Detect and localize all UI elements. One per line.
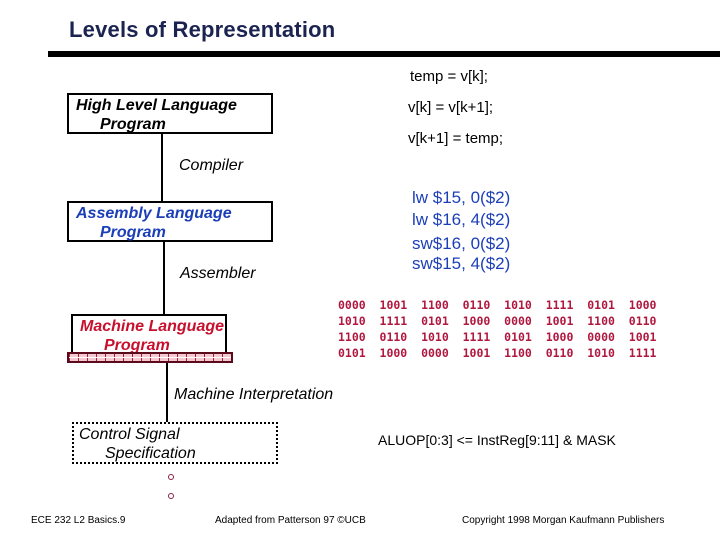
machine-code-line-1: 0000 1001 1100 0110 1010 1111 0101 1000 (338, 298, 657, 312)
control-line2: Specification (105, 445, 196, 462)
compiler-label: Compiler (179, 157, 244, 174)
assembly-code-line-2: lw $16, 4($2) (412, 210, 511, 229)
machine-code-line-2: 1010 1111 0101 1000 0000 1001 1100 0110 (338, 314, 657, 328)
assembly-code-line-1: lw $15, 0($2) (412, 188, 511, 207)
high-level-line2: Program (100, 116, 166, 133)
high-level-code-line-1: temp = v[k]; (410, 68, 488, 85)
assembler-label: Assembler (180, 265, 256, 282)
connector-machine-interpretation (166, 363, 168, 423)
high-level-language-box: High Level Language Program (67, 93, 273, 134)
slide-title: Levels of Representation (69, 17, 336, 42)
footer-slide-id: ECE 232 L2 Basics.9 (31, 515, 126, 526)
title-rule (48, 51, 720, 57)
continuation-dot-2 (168, 493, 174, 499)
assembly-language-label: Assembly Language Program (76, 204, 232, 242)
assembly-code-line-3: sw$16, 0($2) (412, 234, 511, 253)
machine-box-brick-base (67, 352, 233, 363)
machine-code-line-3: 1100 0110 1010 1111 0101 1000 0000 1001 (338, 330, 657, 344)
assembly-line2: Program (100, 224, 166, 241)
machine-code-line-4: 0101 1000 0000 1001 1100 0110 1010 1111 (338, 346, 657, 360)
machine-interpretation-label: Machine Interpretation (174, 386, 334, 403)
assembly-line1: Assembly Language (76, 205, 232, 222)
machine-line1: Machine Language (80, 318, 225, 335)
control-signal-label: Control Signal Specification (79, 425, 196, 463)
footer-copyright: Copyright 1998 Morgan Kaufmann Publisher… (462, 515, 665, 526)
machine-language-box: Machine Language Program (71, 314, 227, 354)
assembly-code-line-4: sw$15, 4($2) (412, 254, 511, 273)
control-line1: Control Signal (79, 426, 180, 443)
control-signal-expression: ALUOP[0:3] <= InstReg[9:11] & MASK (378, 432, 616, 448)
high-level-code-line-3: v[k+1] = temp; (408, 130, 504, 147)
machine-language-label: Machine Language Program (80, 317, 224, 355)
footer-attribution: Adapted from Patterson 97 ©UCB (215, 515, 366, 526)
connector-assembler (163, 242, 165, 314)
assembly-language-box: Assembly Language Program (67, 201, 273, 242)
continuation-dot-1 (168, 474, 174, 480)
connector-compiler (161, 134, 163, 201)
control-signal-box: Control Signal Specification (72, 422, 278, 464)
high-level-code-line-2: v[k] = v[k+1]; (408, 99, 494, 116)
high-level-line1: High Level Language (76, 97, 237, 114)
high-level-language-label: High Level Language Program (76, 96, 237, 134)
